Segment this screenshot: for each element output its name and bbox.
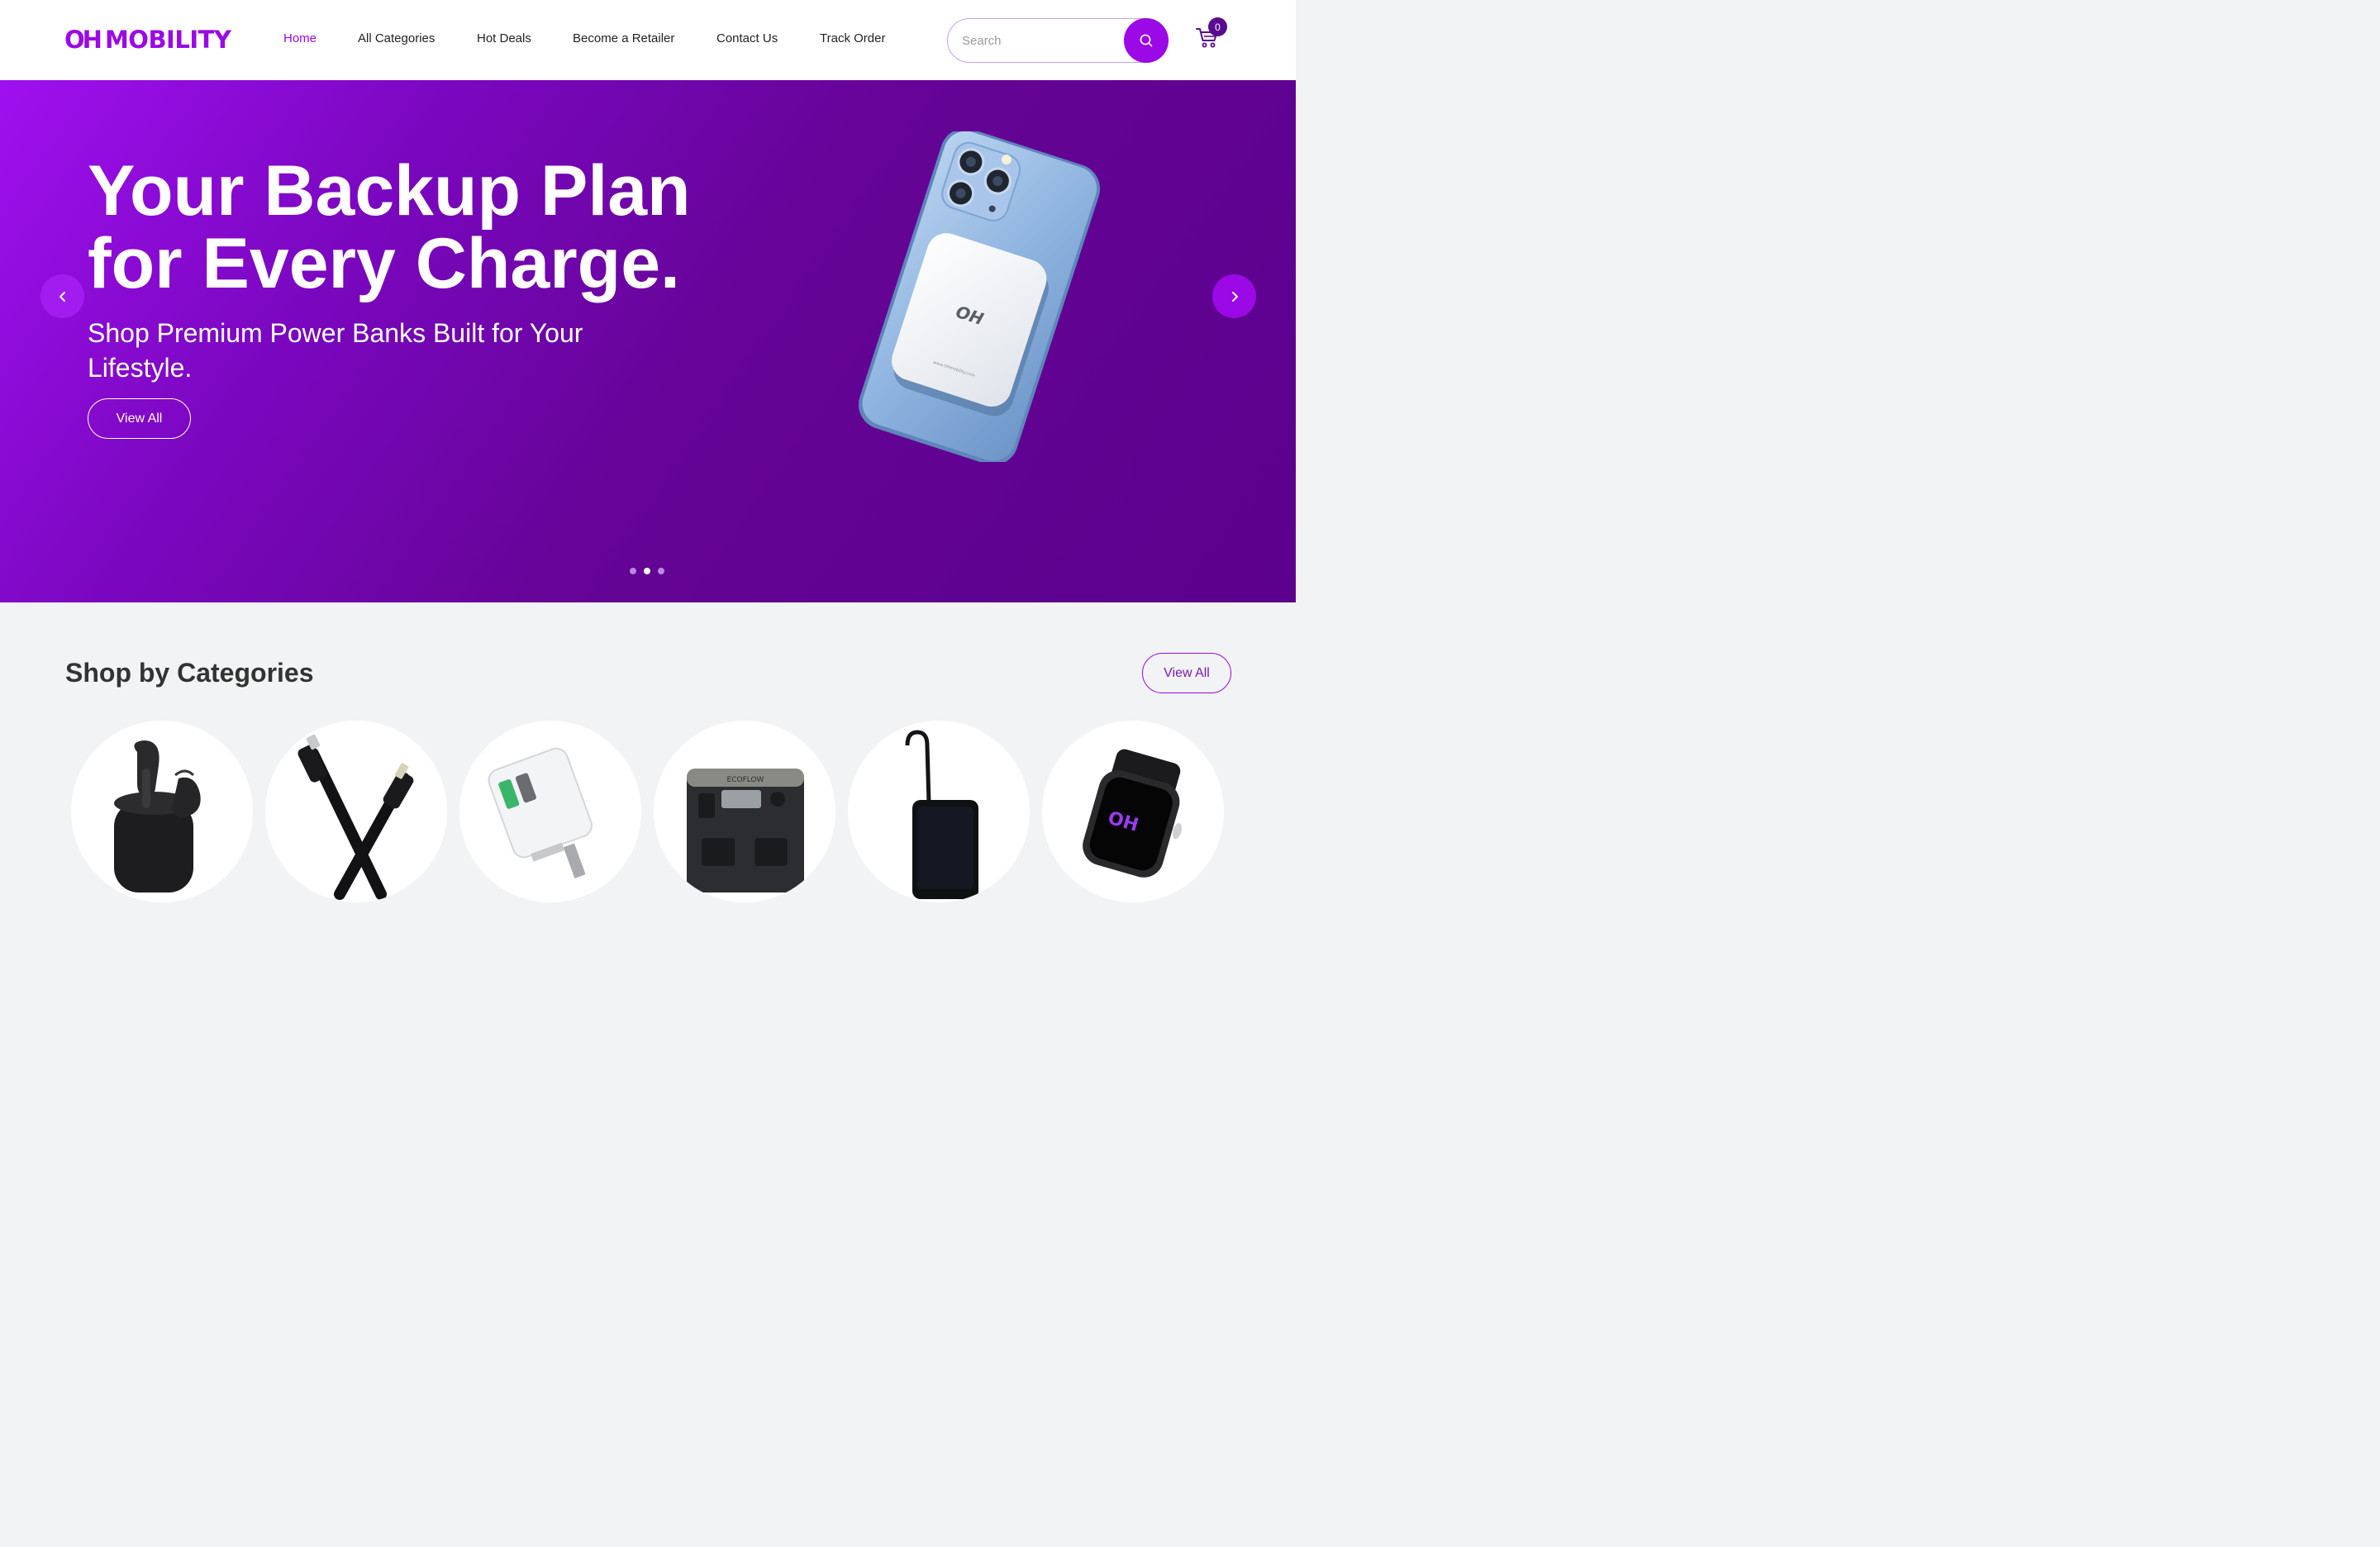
logo-wordmark: MOBILITY [104,26,231,54]
logo-mark: OH [64,26,102,54]
cart-count-badge: 0 [1208,17,1227,36]
category-power-stations[interactable]: ECOFLOW [654,721,835,902]
nav-home[interactable]: Home [283,31,317,45]
hero-view-all-button[interactable]: View All [88,398,191,439]
chevron-left-icon [59,291,65,302]
hero-subtitle: Shop Premium Power Banks Built for Your … [88,318,583,383]
site-header: OH MOBILITY Home All Categories Hot Deal… [0,0,1296,80]
nav-track-order[interactable]: Track Order [820,31,885,45]
hero-carousel: Your Backup Plan for Every Charge. Shop … [0,80,1296,602]
carousel-dot-3[interactable] [658,568,664,574]
power-bank-image [905,730,978,899]
categories-heading: Shop by Categories [65,658,314,688]
nav-become-a-retailer[interactable]: Become a Retailer [573,31,674,45]
categories-view-all-button[interactable]: View All [1142,653,1231,693]
carousel-dots [630,568,664,574]
search-box [947,18,1169,63]
smartwatch-image: OH [1083,749,1183,878]
power-station-brand-text: ECOFLOW [727,776,764,784]
category-smartwatches[interactable]: OH [1042,721,1224,902]
hero-title: Your Backup Plan for Every Charge. [88,155,749,300]
charger-image [488,747,593,878]
brand-logo[interactable]: OH MOBILITY [64,25,231,55]
chevron-right-icon [1231,291,1238,302]
search-icon [1140,34,1153,47]
nav-hot-deals[interactable]: Hot Deals [477,31,531,45]
nav-contact-us[interactable]: Contact Us [716,31,778,45]
search-input[interactable] [962,31,1119,50]
earbuds-image [114,740,201,892]
carousel-prev-button[interactable] [40,274,84,318]
carousel-dot-2[interactable] [644,568,650,574]
category-cables[interactable] [265,721,447,902]
hero-product-image: OH www.OHmobility.com [858,131,1101,462]
category-chargers[interactable] [459,721,641,902]
category-power-banks[interactable] [848,721,1030,902]
category-earbuds[interactable] [71,721,253,902]
carousel-next-button[interactable] [1212,274,1256,318]
hero-title-line-1: Your Backup Plan [88,151,691,231]
nav-all-categories[interactable]: All Categories [358,31,435,45]
search-button[interactable] [1124,18,1169,63]
cable-image [298,734,414,900]
hero-title-line-2: for Every Charge. [88,224,680,303]
carousel-dot-1[interactable] [630,568,636,574]
power-station-image: ECOFLOW [687,769,804,892]
